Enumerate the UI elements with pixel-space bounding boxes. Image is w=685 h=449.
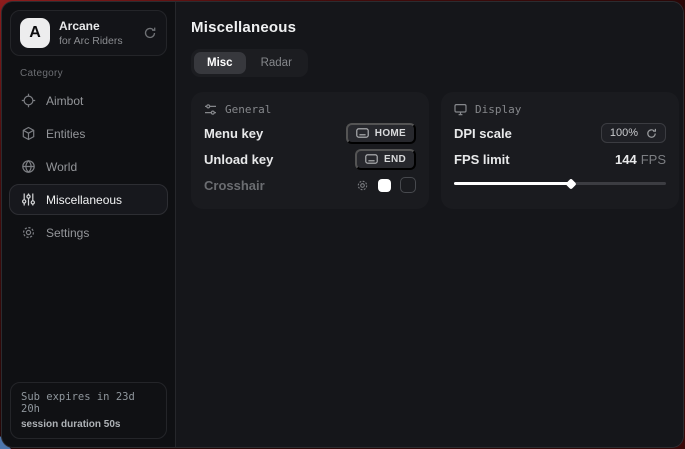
crosshair-color-swatch[interactable] <box>378 179 391 192</box>
dpi-scale-row: DPI scale 100% <box>454 120 666 146</box>
slider-fill <box>454 182 571 185</box>
slider-thumb[interactable] <box>565 178 576 189</box>
crosshair-icon <box>21 93 36 108</box>
fps-limit-label: FPS limit <box>454 152 510 167</box>
sidebar-nav: Aimbot Entities World <box>2 85 175 248</box>
menu-key-button[interactable]: HOME <box>346 123 416 144</box>
cycle-icon <box>646 128 657 139</box>
sidebar-item-aimbot[interactable]: Aimbot <box>9 85 168 116</box>
crosshair-label: Crosshair <box>204 178 265 193</box>
box-icon <box>21 126 36 141</box>
crosshair-settings-gear-icon[interactable] <box>356 179 369 192</box>
app-title: Arcane <box>59 19 123 33</box>
sliders-icon <box>204 103 217 116</box>
sidebar-item-entities[interactable]: Entities <box>9 118 168 149</box>
sidebar: A Arcane for Arc Riders Category <box>2 2 176 447</box>
sidebar-item-label: Miscellaneous <box>46 193 122 207</box>
session-duration-text: session duration 50s <box>21 419 156 430</box>
brand-text: Arcane for Arc Riders <box>59 19 123 47</box>
app-window: A Arcane for Arc Riders Category <box>1 1 684 448</box>
sync-icon[interactable] <box>143 26 157 40</box>
display-card-title: Display <box>475 103 521 116</box>
general-card-header: General <box>204 103 416 116</box>
subscription-info: Sub expires in 23d 20h session duration … <box>10 382 167 439</box>
fps-limit-slider[interactable] <box>454 177 666 189</box>
sidebar-item-label: Entities <box>46 127 85 141</box>
tab-bar: Misc Radar <box>191 49 308 77</box>
keyboard-icon <box>356 128 369 138</box>
sub-expiry-text: Sub expires in 23d 20h <box>21 391 156 415</box>
brand-card: A Arcane for Arc Riders <box>10 10 167 56</box>
menu-key-row: Menu key HOME <box>204 120 416 146</box>
main-content: Miscellaneous Misc Radar General <box>176 2 684 447</box>
dpi-scale-button[interactable]: 100% <box>601 123 666 143</box>
monitor-icon <box>454 103 467 116</box>
category-label: Category <box>20 68 175 79</box>
unload-key-button[interactable]: END <box>355 149 416 170</box>
menu-key-label: Menu key <box>204 126 263 141</box>
tab-misc[interactable]: Misc <box>194 52 246 74</box>
dpi-scale-value: 100% <box>610 127 638 139</box>
unload-key-row: Unload key END <box>204 146 416 172</box>
fps-limit-value: 144 FPS <box>615 152 666 167</box>
sidebar-item-world[interactable]: World <box>9 151 168 182</box>
menu-key-value: HOME <box>375 128 406 139</box>
dpi-scale-label: DPI scale <box>454 126 512 141</box>
sliders-vertical-icon <box>21 192 36 207</box>
fps-number: 144 <box>615 152 637 167</box>
unload-key-label: Unload key <box>204 152 273 167</box>
tab-radar[interactable]: Radar <box>248 52 305 74</box>
page-title: Miscellaneous <box>191 19 679 36</box>
sidebar-item-label: Aimbot <box>46 94 83 108</box>
fps-unit: FPS <box>641 152 666 167</box>
general-card-title: General <box>225 103 271 116</box>
display-card: Display DPI scale 100% <box>441 92 679 209</box>
keyboard-icon <box>365 154 378 164</box>
globe-icon <box>21 159 36 174</box>
gear-icon <box>21 225 36 240</box>
unload-key-value: END <box>384 154 406 165</box>
fps-limit-row: FPS limit 144 FPS <box>454 146 666 172</box>
app-logo: A <box>20 18 50 48</box>
sidebar-item-settings[interactable]: Settings <box>9 217 168 248</box>
crosshair-controls <box>356 177 416 193</box>
sidebar-item-miscellaneous[interactable]: Miscellaneous <box>9 184 168 215</box>
crosshair-checkbox[interactable] <box>400 177 416 193</box>
sidebar-item-label: Settings <box>46 226 89 240</box>
sidebar-item-label: World <box>46 160 77 174</box>
settings-cards: General Menu key HOME <box>191 92 679 209</box>
app-subtitle: for Arc Riders <box>59 35 123 47</box>
display-card-header: Display <box>454 103 666 116</box>
general-card: General Menu key HOME <box>191 92 429 209</box>
crosshair-row: Crosshair <box>204 172 416 198</box>
